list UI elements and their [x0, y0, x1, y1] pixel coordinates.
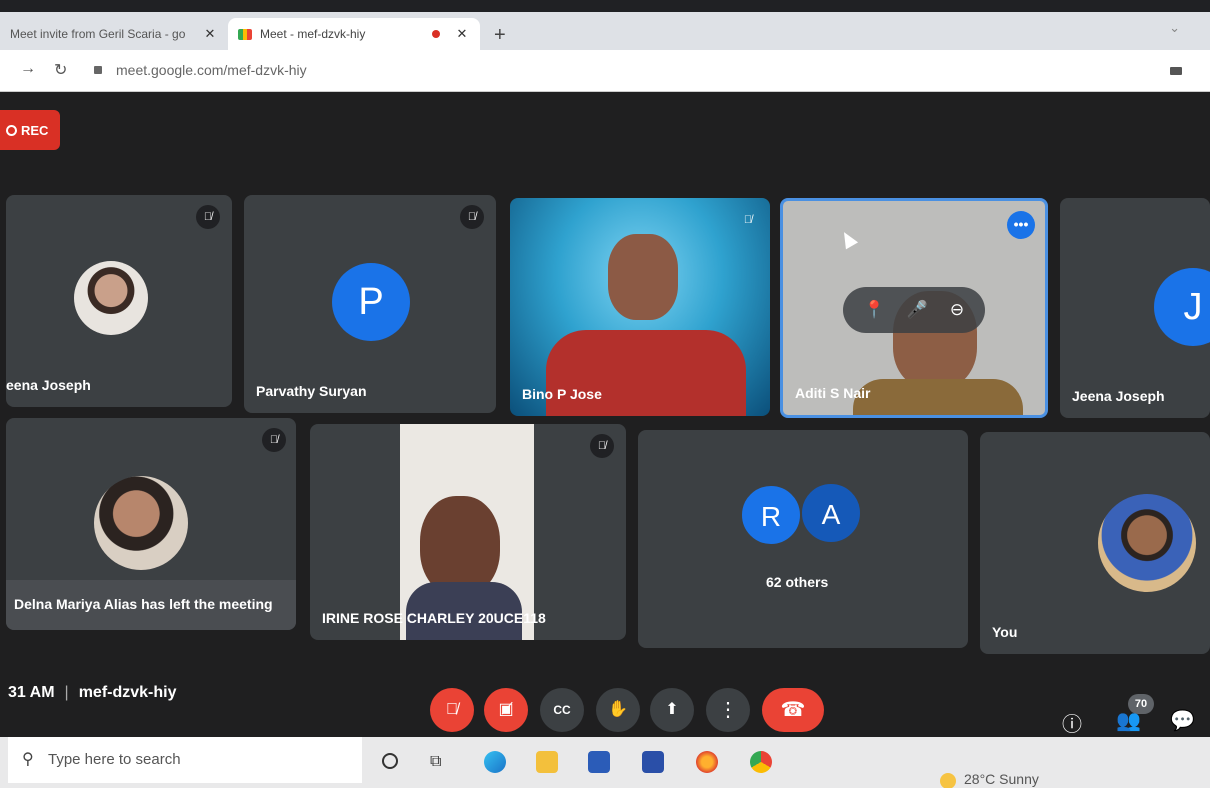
divider: | [64, 684, 69, 701]
remove-icon[interactable]: ⊖ [950, 300, 964, 320]
participant-name: Jeena Joseph [1072, 388, 1165, 404]
toast-text: Delna Mariya Alias has left the meeting [14, 596, 273, 612]
mic-off-icon: 🎙̸ [590, 434, 614, 458]
recording-dot-icon [432, 30, 440, 38]
search-placeholder: Type here to search [48, 751, 181, 768]
participant-tile[interactable]: 🎙̸ P Parvathy Suryan [244, 195, 496, 413]
participant-name: Parvathy Suryan [256, 383, 367, 399]
participant-tile[interactable]: 🎙̸ Bino P Jose [510, 198, 770, 416]
store-icon[interactable] [642, 751, 664, 773]
mic-off-icon: 🎙̸ [460, 205, 484, 229]
camera-off-button[interactable]: ▣̸ [484, 688, 528, 732]
mouse-cursor-icon [837, 228, 859, 250]
search-icon: ⚲ [22, 751, 34, 768]
firefox-icon[interactable] [696, 751, 718, 773]
participant-avatar: P [332, 263, 410, 341]
participant-video-face [420, 496, 500, 596]
participant-tile[interactable]: 🎙̸ Delna Mariya Alias has left the meeti… [6, 418, 296, 630]
leave-call-button[interactable]: ☎ [762, 688, 824, 732]
meeting-info: 31 AM | mef-dzvk-hiy [8, 684, 176, 702]
screen: Meet invite from Geril Scaria - go ✕ Mee… [0, 0, 1210, 788]
people-icon[interactable]: 👥 [1116, 708, 1141, 733]
url-field[interactable]: meet.google.com/mef-dzvk-hiy [116, 62, 307, 78]
record-icon [6, 124, 17, 136]
participant-video-body [853, 379, 1023, 415]
camera-permission-icon[interactable] [1170, 67, 1182, 75]
participant-tile[interactable]: J Jeena Joseph [1060, 198, 1210, 418]
new-tab-button[interactable]: + [494, 24, 506, 47]
participant-avatar: J [1154, 268, 1210, 346]
tab-search-chevron-icon[interactable]: ⌄ [1169, 20, 1180, 36]
participant-avatar: A [800, 482, 862, 544]
participant-name: Bino P Jose [522, 386, 602, 402]
raise-hand-button[interactable]: ✋ [596, 688, 640, 732]
mic-off-icon: 🎙̸ [743, 214, 753, 226]
mic-off-icon: 🎙̸ [262, 428, 286, 452]
participant-avatar: R [740, 484, 802, 546]
self-name: You [992, 624, 1018, 640]
left-meeting-toast: Delna Mariya Alias has left the meeting [6, 580, 296, 630]
tab-meet-invite[interactable]: Meet invite from Geril Scaria - go ✕ [0, 18, 228, 50]
cortana-icon[interactable] [382, 753, 398, 769]
browser-tab-bar: Meet invite from Geril Scaria - go ✕ Mee… [0, 12, 1210, 50]
participant-tile[interactable]: 🎙̸ IRINE ROSE CHARLEY 20UCE118 [310, 424, 626, 640]
tile-hover-controls: 📍 🎤 ⊖ [843, 287, 985, 333]
participant-name: eena Joseph [6, 377, 91, 393]
tab-meet[interactable]: Meet - mef-dzvk-hiy ✕ [228, 18, 480, 50]
participant-avatar [74, 261, 148, 335]
tab-title: Meet invite from Geril Scaria - go [10, 27, 186, 41]
meet-favicon-icon [238, 28, 252, 40]
meeting-details-icon[interactable]: ⓘ [1062, 708, 1082, 737]
others-count-label: 62 others [766, 574, 829, 590]
forward-icon[interactable]: → [20, 60, 36, 78]
participant-avatar [94, 476, 188, 570]
file-explorer-icon[interactable] [536, 751, 558, 773]
mic-off-button[interactable]: 🎙̸ [430, 688, 474, 732]
participant-name: IRINE ROSE CHARLEY 20UCE118 [322, 610, 546, 626]
recording-badge: REC [0, 110, 60, 150]
close-tab-icon[interactable]: ✕ [454, 26, 470, 42]
mic-off-icon: 🎙̸ [196, 205, 220, 229]
meeting-code: mef-dzvk-hiy [78, 684, 177, 701]
participant-tile-focused[interactable]: 📍 🎤 ⊖ ••• Aditi S Nair [780, 198, 1048, 418]
reload-icon[interactable]: ↻ [54, 60, 67, 80]
meeting-time: 31 AM [8, 684, 55, 701]
task-view-icon[interactable]: ⧉ [430, 753, 441, 771]
participant-name: Aditi S Nair [795, 385, 871, 401]
self-avatar [1098, 494, 1196, 592]
more-options-button[interactable]: ⋮ [706, 688, 750, 732]
close-tab-icon[interactable]: ✕ [202, 26, 218, 42]
participant-video-face [608, 234, 678, 320]
mic-icon[interactable]: 🎤 [907, 300, 928, 320]
participant-tile[interactable]: 🎙̸ eena Joseph [6, 195, 232, 407]
lock-icon[interactable] [94, 66, 102, 74]
address-bar: → ↻ meet.google.com/mef-dzvk-hiy [0, 50, 1210, 92]
weather-icon [940, 773, 956, 788]
chrome-icon[interactable] [750, 751, 772, 773]
edge-icon[interactable] [484, 751, 506, 773]
tab-title: Meet - mef-dzvk-hiy [260, 27, 366, 41]
present-screen-button[interactable]: ⬆ [650, 688, 694, 732]
taskbar-search[interactable]: ⚲ Type here to search [8, 737, 362, 783]
participant-video-body [546, 330, 746, 416]
captions-button[interactable]: CC [540, 688, 584, 732]
windows-taskbar: ⚲ Type here to search ⧉ 28°C Sunny [0, 737, 1210, 788]
meet-stage: REC 🎙̸ eena Joseph 🎙̸ P Parvathy Suryan … [0, 92, 1210, 737]
self-tile[interactable]: You [980, 432, 1210, 654]
more-options-icon[interactable]: ••• [1007, 211, 1035, 239]
meeting-controls-bar: 31 AM | mef-dzvk-hiy 🎙̸ ▣̸ CC ✋ ⬆ ⋮ ☎ ⓘ 70… [0, 662, 1210, 737]
rec-label: REC [21, 122, 49, 138]
pin-icon[interactable]: 📍 [864, 300, 885, 320]
others-tile[interactable]: R A 62 others [638, 430, 968, 648]
word-icon[interactable] [588, 751, 610, 773]
chat-icon[interactable]: 💬 [1170, 708, 1195, 733]
weather-text[interactable]: 28°C Sunny [964, 771, 1039, 787]
